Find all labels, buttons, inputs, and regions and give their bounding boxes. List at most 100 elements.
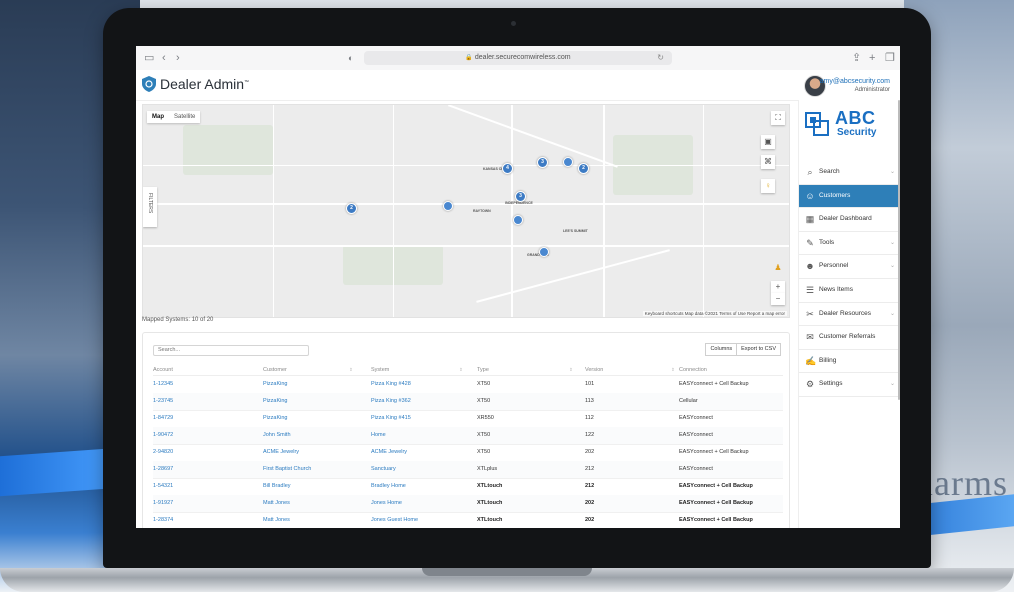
map-pin[interactable] <box>563 157 573 167</box>
sidebar-item-personnel[interactable]: ☻ Personnel ⌄ <box>799 255 900 279</box>
cell-type: XTLplus <box>477 466 498 472</box>
sidebar-nav: ⌕ Search ⌄ ☺ Customers ▦ Dealer Dashboard ✎ Tool… <box>799 161 900 397</box>
sidebar-item-dealer-resources[interactable]: ✂ Dealer Resources ⌄ <box>799 303 900 327</box>
map-layer-icon[interactable]: ⌘ <box>761 155 775 169</box>
cell-system[interactable]: Jones Guest Home <box>371 512 418 528</box>
cell-system[interactable]: Jones Home <box>371 495 402 512</box>
sidebar-item-settings[interactable]: ⚙ Settings ⌄ <box>799 373 900 397</box>
cell-customer[interactable]: First Baptist Church <box>263 461 311 478</box>
cell-customer[interactable]: ACME Jewelry <box>263 444 299 461</box>
share-icon[interactable]: ⇪ <box>852 51 861 65</box>
column-header-type[interactable]: Type <box>477 365 489 375</box>
sidebar-item-search[interactable]: ⌕ Search ⌄ <box>799 161 900 185</box>
column-header-system[interactable]: System <box>371 365 389 375</box>
column-header-customer[interactable]: Customer <box>263 365 287 375</box>
chevron-left-icon[interactable]: ‹ <box>162 51 166 65</box>
cell-account[interactable]: 1-28697 <box>153 461 173 478</box>
sidebar-toggle-icon[interactable]: ▭ <box>144 51 154 65</box>
cell-system[interactable]: ACME Jewelry <box>371 444 407 461</box>
map-cluster[interactable]: 3 <box>537 157 548 168</box>
table-row[interactable]: 1-12345 PizzaKing Pizza King #428 XT50 101 EA… <box>153 376 783 394</box>
cell-account[interactable]: 1-12345 <box>153 376 173 393</box>
cell-customer[interactable]: PizzaKing <box>263 393 287 410</box>
dashboard-icon: ▦ <box>805 214 815 225</box>
tabs-icon[interactable]: ❐ <box>885 51 895 65</box>
shield-half-icon[interactable]: ◐ <box>348 51 353 65</box>
scrollbar[interactable] <box>898 100 900 400</box>
zoom-out-button[interactable]: − <box>771 293 785 305</box>
filters-toggle[interactable]: FILTERS <box>143 187 157 227</box>
sidebar-item-billing[interactable]: ✍ Billing <box>799 350 900 374</box>
cell-system[interactable]: Pizza King #428 <box>371 376 411 393</box>
cell-account[interactable]: 1-90472 <box>153 427 173 444</box>
map[interactable]: KANSAS CITY INDEPENDENCE RAYTOWN LEE'S S… <box>142 104 790 318</box>
user-email[interactable]: amy@abcsecurity.com <box>820 78 890 85</box>
sidebar-item-label: Billing <box>819 356 837 364</box>
sidebar-item-customers[interactable]: ☺ Customers <box>799 184 900 209</box>
cell-customer[interactable]: John Smith <box>263 427 291 444</box>
cell-customer[interactable]: Matt Jones <box>263 495 290 512</box>
table-row[interactable]: 1-23745 PizzaKing Pizza King #362 XT50 113 Ce… <box>153 393 783 411</box>
map-cluster[interactable]: 2 <box>578 163 589 174</box>
map-view-icon[interactable]: ▣ <box>761 135 775 149</box>
sort-icon[interactable]: ⇕ <box>349 365 353 375</box>
cell-account[interactable]: 1-54321 <box>153 478 173 495</box>
reload-icon[interactable]: ↻ <box>657 51 664 65</box>
column-header-account[interactable]: Account <box>153 365 173 375</box>
table-row[interactable]: 1-90472 John Smith Home XT50 122 EASYconnect <box>153 427 783 445</box>
sidebar-item-label: Settings <box>819 380 843 388</box>
tab-map[interactable]: Map <box>147 111 169 123</box>
table-row[interactable]: 1-28374 Matt Jones Jones Guest Home XTLtouc… <box>153 512 783 528</box>
sort-icon[interactable]: ⇕ <box>569 365 573 375</box>
cell-account[interactable]: 1-84729 <box>153 410 173 427</box>
map-pin[interactable] <box>539 247 549 257</box>
table-row[interactable]: 1-91927 Matt Jones Jones Home XTLtouch 202 EA… <box>153 495 783 513</box>
cell-system[interactable]: Pizza King #415 <box>371 410 411 427</box>
column-header-connection[interactable]: Connection <box>679 365 707 375</box>
map-pin[interactable] <box>513 215 523 225</box>
cell-account[interactable]: 2-94820 <box>153 444 173 461</box>
table-row[interactable]: 1-28697 First Baptist Church Sanctuary XTLp… <box>153 461 783 479</box>
sidebar-item-customer-referrals[interactable]: ✉ Customer Referrals <box>799 326 900 350</box>
cell-account[interactable]: 1-91927 <box>153 495 173 512</box>
map-attribution[interactable]: Keyboard shortcuts Map data ©2021 Terms … <box>642 311 787 316</box>
map-cluster[interactable]: 2 <box>346 203 357 214</box>
cell-system[interactable]: Sanctuary <box>371 461 396 478</box>
export-csv-button[interactable]: Export to CSV <box>737 343 781 356</box>
cell-customer[interactable]: PizzaKing <box>263 410 287 427</box>
sort-icon[interactable]: ⇕ <box>459 365 463 375</box>
pegman-icon[interactable]: ♀ <box>761 179 775 193</box>
sidebar-item-tools[interactable]: ✎ Tools ⌄ <box>799 232 900 256</box>
zoom-in-button[interactable]: + <box>771 281 785 293</box>
table-row[interactable]: 1-84729 PizzaKing Pizza King #415 XR550 112 E… <box>153 410 783 428</box>
cell-type: XTLtouch <box>477 500 503 506</box>
sidebar-item-dealer-dashboard[interactable]: ▦ Dealer Dashboard <box>799 208 900 232</box>
wrench-icon: ✎ <box>806 237 814 248</box>
cell-system[interactable]: Pizza King #362 <box>371 393 411 410</box>
cell-customer[interactable]: Matt Jones <box>263 512 290 528</box>
sidebar-item-news-items[interactable]: ☰ News Items <box>799 279 900 303</box>
map-cluster[interactable]: 3 <box>515 191 526 202</box>
plus-icon[interactable]: + <box>869 51 875 65</box>
cell-system[interactable]: Bradley Home <box>371 478 406 495</box>
table-row[interactable]: 2-94820 ACME Jewelry ACME Jewelry XT50 202 EA… <box>153 444 783 462</box>
cell-customer[interactable]: Bill Bradley <box>263 478 291 495</box>
tab-satellite[interactable]: Satellite <box>169 111 200 123</box>
chevron-right-icon[interactable]: › <box>176 51 180 65</box>
address-bar[interactable]: 🔒 dealer.securecomwireless.com ↻ <box>364 51 672 65</box>
cell-account[interactable]: 1-28374 <box>153 512 173 528</box>
search-input[interactable] <box>153 345 309 356</box>
column-header-version[interactable]: Version <box>585 365 603 375</box>
fullscreen-icon[interactable]: ⛶ <box>771 111 785 125</box>
cell-account[interactable]: 1-23745 <box>153 393 173 410</box>
cell-system[interactable]: Home <box>371 427 386 444</box>
columns-button[interactable]: Columns <box>705 343 738 356</box>
street-view-icon[interactable]: ♟ <box>771 261 785 275</box>
map-cluster[interactable]: 4 <box>502 163 513 174</box>
map-city-label: RAYTOWN <box>473 209 491 213</box>
map-pin[interactable] <box>443 201 453 211</box>
cell-customer[interactable]: PizzaKing <box>263 376 287 393</box>
sort-icon[interactable]: ⇕ <box>671 365 675 375</box>
cell-version: 212 <box>585 466 595 472</box>
table-row[interactable]: 1-54321 Bill Bradley Bradley Home XTLtouch 2… <box>153 478 783 496</box>
